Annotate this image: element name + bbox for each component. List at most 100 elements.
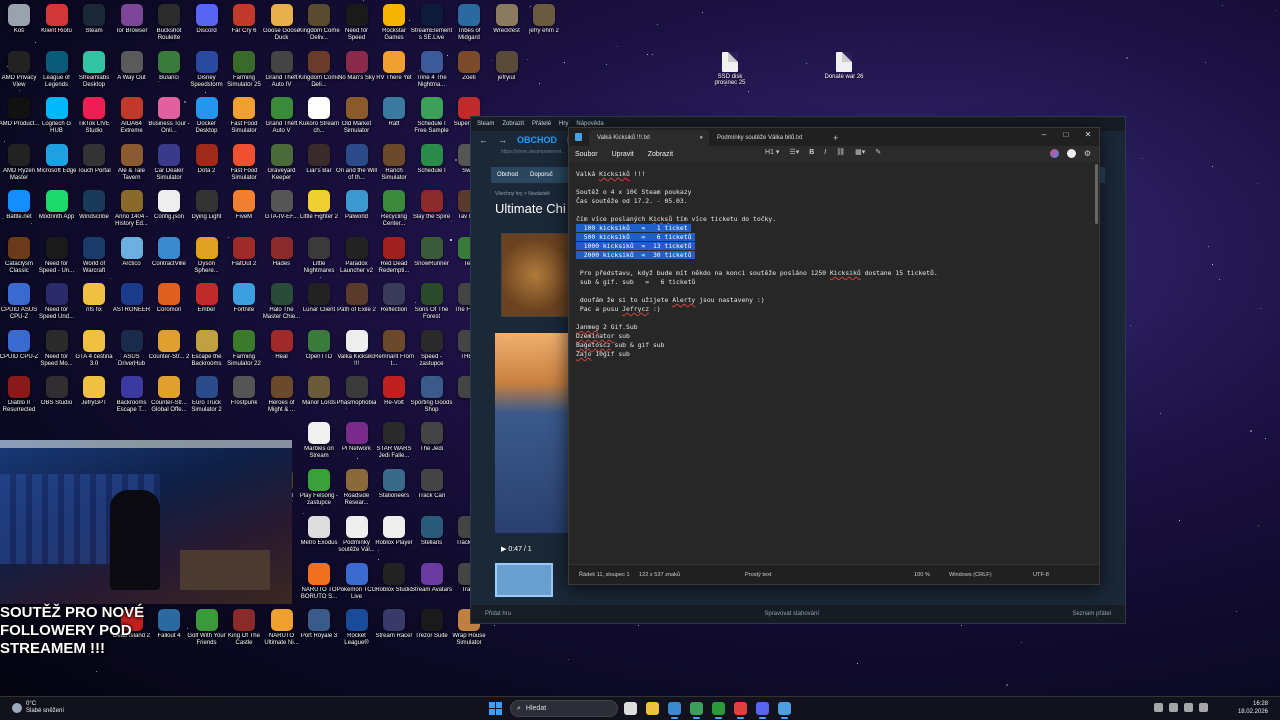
desktop-icon[interactable]: Euro Truck Simulator 2 bbox=[188, 374, 226, 420]
desktop-icon[interactable]: ASTRONEER bbox=[113, 281, 151, 327]
clear-format-icon[interactable]: ✎ bbox=[875, 148, 881, 156]
desktop-icon[interactable]: Pokémon TCG Live bbox=[337, 561, 376, 607]
back-arrow-icon[interactable]: ← bbox=[479, 135, 488, 145]
desktop-icon[interactable]: Marbles on Stream bbox=[300, 420, 338, 466]
heading-select[interactable]: H1 ▾ bbox=[765, 148, 779, 156]
desktop-icon[interactable]: Roadside Resear... bbox=[338, 467, 376, 513]
desktop-icon[interactable]: Coromon bbox=[150, 281, 188, 327]
desktop-icon[interactable]: Stream Racer bbox=[375, 607, 413, 653]
desktop-icon[interactable]: ContractVille bbox=[150, 235, 188, 281]
tab-valka-kicksiku[interactable]: Valká Kicksiků !!!.txt ● bbox=[589, 130, 709, 146]
desktop-icon[interactable]: Trine 4 The Nightma... bbox=[413, 49, 451, 95]
desktop-icon[interactable]: AMD Ryzen Master bbox=[0, 142, 38, 188]
desktop-icon[interactable]: Docker Desktop bbox=[188, 95, 226, 141]
desktop-icon[interactable]: Escape the Backrooms bbox=[188, 328, 226, 374]
desktop-icon[interactable]: Wreckfest bbox=[488, 2, 526, 48]
desktop-icon[interactable]: Schedule I Free Sample bbox=[413, 95, 451, 141]
copilot-icon[interactable] bbox=[1049, 149, 1059, 158]
desktop-icon[interactable]: Frostpunk bbox=[225, 374, 263, 420]
notepad-window[interactable]: Valká Kicksiků !!!.txt ● Podmínky soutěž… bbox=[568, 127, 1100, 585]
desktop-icon[interactable]: SnowRunner bbox=[413, 235, 451, 281]
desktop-icon[interactable]: Re-Volt bbox=[375, 374, 413, 420]
battery-icon[interactable] bbox=[1199, 703, 1208, 712]
desktop-icon[interactable]: Arctico bbox=[113, 235, 151, 281]
link-icon[interactable]: ⛓ bbox=[836, 148, 845, 156]
desktop-icon[interactable]: Little Fighter 2 bbox=[300, 188, 338, 234]
desktop-icon[interactable]: Raft bbox=[375, 95, 413, 141]
desktop-icon[interactable]: Car Dealer Simulator bbox=[150, 142, 188, 188]
desktop-icon[interactable]: Battle.net bbox=[0, 188, 38, 234]
desktop-icon[interactable]: Golf With Your Friends bbox=[187, 607, 226, 653]
desktop-icon[interactable]: StreamElements SE.Live bbox=[411, 2, 452, 48]
tab-store[interactable]: OBCHOD bbox=[517, 135, 557, 145]
taskbar-app-icon[interactable] bbox=[690, 702, 703, 719]
desktop-icon[interactable]: Touch Portal bbox=[75, 142, 113, 188]
network-icon[interactable] bbox=[1169, 703, 1178, 712]
menu-view[interactable]: Zobrazit bbox=[648, 151, 673, 158]
desktop-icon[interactable]: Podmínky soutěže Vál... bbox=[338, 514, 376, 560]
desktop-icon[interactable]: Need for Speed Mo... bbox=[38, 328, 76, 374]
windows-start-icon[interactable] bbox=[489, 702, 502, 715]
desktop-icon[interactable]: FlatOut 2 bbox=[225, 235, 263, 281]
desktop-icon[interactable]: King Of The Castle bbox=[225, 607, 263, 653]
desktop-icon[interactable]: GTA-IV-EF... bbox=[263, 188, 301, 234]
desktop-icon[interactable]: Recycling Center... bbox=[375, 188, 413, 234]
game-trailer-video[interactable] bbox=[495, 333, 569, 533]
desktop-icon[interactable]: Dyson Sphere... bbox=[188, 235, 226, 281]
list-icon[interactable]: ☰▾ bbox=[789, 148, 799, 156]
desktop-icon[interactable]: Hades bbox=[263, 235, 301, 281]
desktop-icon[interactable]: Config.json bbox=[150, 188, 188, 234]
desktop-icon[interactable]: ASUS DriverHub bbox=[113, 328, 151, 374]
desktop-icon[interactable]: Ranch Simulator bbox=[375, 142, 413, 188]
desktop-icon[interactable]: Klient Riotu bbox=[38, 2, 76, 48]
desktop-icon[interactable]: Speed - zastupce bbox=[413, 328, 451, 374]
close-icon[interactable]: ● bbox=[699, 135, 703, 141]
taskbar-app-icon[interactable] bbox=[646, 702, 659, 715]
desktop-icon[interactable]: Fast Food Simulator bbox=[225, 95, 263, 141]
desktop-icon[interactable]: Farming Simulator 25 bbox=[225, 49, 263, 95]
desktop-icon[interactable]: AMD Product... bbox=[0, 95, 39, 141]
desktop-icon[interactable]: Microsoft Edge bbox=[36, 142, 77, 188]
desktop-icon[interactable]: Steam bbox=[75, 2, 113, 48]
desktop-icon[interactable]: Stream Avatars bbox=[411, 561, 452, 607]
desktop-icon[interactable]: Counter-Str... 2 bbox=[149, 328, 189, 374]
desktop-icon[interactable]: Port Royale 3 bbox=[300, 607, 338, 653]
desktop-icon[interactable]: Rockstar Games bbox=[375, 2, 413, 48]
taskbar-app-icon[interactable] bbox=[778, 702, 791, 719]
desktop-file-donate[interactable]: Donate war 26 bbox=[822, 52, 866, 80]
desktop-file-ssd[interactable]: SSD disk prosinec 25 bbox=[708, 52, 752, 86]
desktop-icon[interactable]: Reflection bbox=[375, 281, 413, 327]
scrollbar[interactable] bbox=[1095, 164, 1098, 224]
close-window-icon[interactable]: ✕ bbox=[1077, 128, 1099, 142]
desktop-icon[interactable]: Red Dead Redempti... bbox=[375, 235, 413, 281]
desktop-icon[interactable]: Liar's Bar bbox=[300, 142, 338, 188]
taskbar-app-icon[interactable] bbox=[734, 702, 747, 719]
desktop-icon[interactable]: Lunar Client bbox=[300, 281, 338, 327]
desktop-icon[interactable]: Koš bbox=[0, 2, 38, 48]
play-icon[interactable]: ▶ bbox=[501, 546, 506, 553]
desktop-icon[interactable]: jefry ehm 2 bbox=[525, 2, 563, 48]
desktop-icon[interactable]: League of Legends bbox=[38, 49, 76, 95]
desktop-icon[interactable]: Discord bbox=[188, 2, 226, 48]
desktop-icon[interactable]: Slay the Spire bbox=[413, 188, 451, 234]
desktop-icon[interactable]: RV There Yet bbox=[375, 49, 413, 95]
desktop-icon[interactable]: Need for Speed bbox=[338, 2, 376, 48]
minimize-icon[interactable]: – bbox=[1033, 128, 1055, 142]
desktop-icon[interactable]: Kingdom Come Deliv... bbox=[298, 2, 340, 48]
taskbar-clock[interactable]: 16:28 18.02.2026 bbox=[1238, 700, 1268, 716]
desktop-icon[interactable]: Business Tour - Onli... bbox=[148, 95, 190, 141]
desktop-icon[interactable]: Stellaris bbox=[413, 514, 451, 560]
desktop-icon[interactable]: Play Felsóng - zastupce bbox=[300, 467, 338, 513]
desktop-icon[interactable]: Valká Kicksiků !!! bbox=[337, 328, 376, 374]
desktop-icon[interactable]: Dota 2 bbox=[188, 142, 226, 188]
desktop-icon[interactable]: Track Cari bbox=[413, 467, 451, 513]
desktop-icon[interactable]: Backrooms Escape T... bbox=[113, 374, 151, 420]
desktop-icon[interactable]: Manor Lords bbox=[300, 374, 338, 420]
desktop-icon[interactable]: Need for Speed Und... bbox=[38, 281, 76, 327]
desktop-icon[interactable]: A Way Out bbox=[113, 49, 151, 95]
desktop-icon[interactable]: Metro Exodus bbox=[300, 514, 338, 560]
desktop-icon[interactable]: Diablo II Resurrected bbox=[0, 374, 38, 420]
desktop-icon[interactable]: Streamlabs Desktop bbox=[75, 49, 113, 95]
desktop-icon[interactable]: Graveyard Keeper bbox=[263, 142, 301, 188]
desktop-icon[interactable]: No Man's Sky bbox=[338, 49, 376, 95]
